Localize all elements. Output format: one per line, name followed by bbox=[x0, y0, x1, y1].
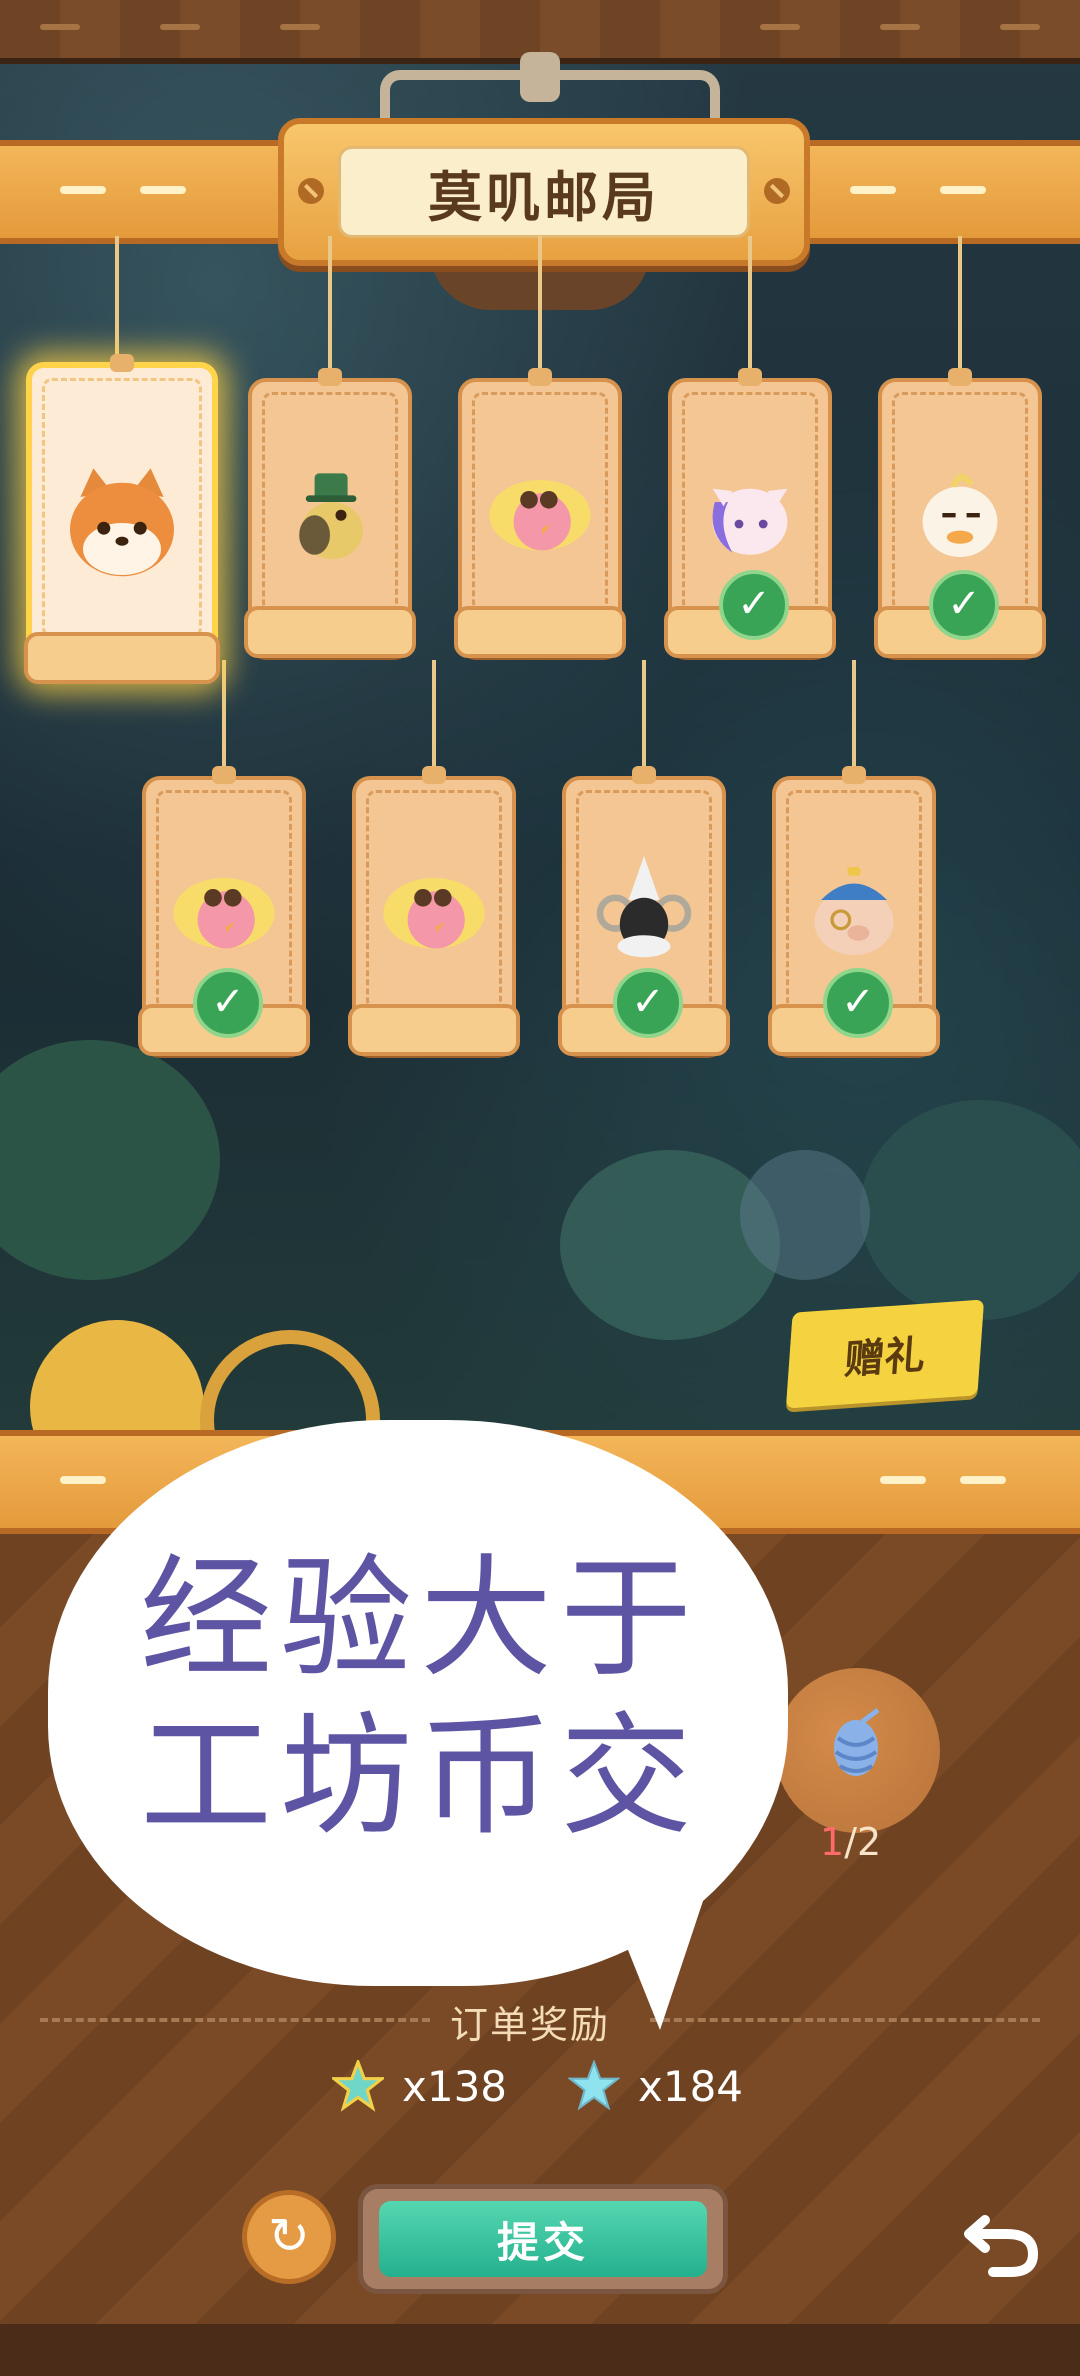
completed-check-icon: ✓ bbox=[719, 570, 789, 640]
shiba-dog-icon bbox=[70, 468, 174, 577]
submit-frame: 提交 bbox=[358, 2184, 728, 2294]
submit-label: 提交 bbox=[496, 2217, 589, 2267]
bottom-bar bbox=[0, 2324, 1080, 2376]
screw-icon bbox=[298, 178, 324, 204]
rewards-label: 订单奖励 bbox=[450, 2003, 611, 2047]
divider bbox=[40, 2018, 430, 2026]
pig-hat-icon bbox=[814, 867, 894, 955]
pink-chick-icon bbox=[383, 878, 485, 949]
speech-bubble-tail bbox=[600, 1880, 710, 2030]
order-card-pig[interactable]: ✓ bbox=[768, 766, 940, 1056]
order-card-duck-hat[interactable] bbox=[244, 368, 416, 658]
ram-wizard-icon bbox=[596, 856, 692, 958]
exp-amount: x138 bbox=[402, 2061, 508, 2111]
tree bbox=[0, 1040, 220, 1280]
cloud bbox=[740, 1150, 870, 1280]
pink-chick-icon bbox=[173, 878, 275, 949]
screw-icon bbox=[764, 178, 790, 204]
completed-check-icon: ✓ bbox=[613, 968, 683, 1038]
order-card-ram[interactable]: ✓ bbox=[558, 766, 730, 1056]
exp-star-icon bbox=[332, 2060, 384, 2112]
gift-label: 赠礼 bbox=[842, 1332, 927, 1384]
speech-bubble-text: 经验大于 工坊币交 bbox=[140, 1540, 700, 1856]
bubble-line-1: 经验大于 bbox=[140, 1542, 700, 1696]
yarn-icon bbox=[834, 1708, 880, 1776]
refresh-icon: ↻ bbox=[268, 2207, 310, 2265]
hanger-knob bbox=[520, 52, 560, 102]
order-card-white-duck[interactable]: ✓ bbox=[874, 368, 1046, 658]
bubble-line-2: 工坊币交 bbox=[140, 1700, 700, 1854]
refresh-button[interactable]: ↻ bbox=[242, 2190, 336, 2284]
order-card-chick[interactable]: ✓ bbox=[138, 766, 310, 1056]
page-title: 莫叽邮局 bbox=[338, 146, 750, 238]
order-card-chick[interactable] bbox=[454, 368, 626, 658]
submit-button[interactable]: 提交 bbox=[379, 2201, 707, 2277]
order-card-unicorn[interactable]: ✓ bbox=[664, 368, 836, 658]
duck-hat-icon bbox=[299, 473, 363, 560]
reward-exp: x138 bbox=[332, 2060, 507, 2112]
order-card-shiba[interactable] bbox=[24, 354, 220, 684]
title-plate: 莫叽邮局 bbox=[278, 118, 810, 266]
pink-chick-icon bbox=[489, 480, 591, 551]
tree bbox=[860, 1100, 1080, 1320]
order-card-chick[interactable] bbox=[348, 766, 520, 1056]
white-duck-icon bbox=[922, 473, 998, 557]
completed-check-icon: ✓ bbox=[929, 570, 999, 640]
completed-check-icon: ✓ bbox=[193, 968, 263, 1038]
requirement-count: 1/2 bbox=[820, 1820, 882, 1864]
back-icon[interactable] bbox=[955, 2190, 1047, 2282]
unicorn-icon bbox=[712, 488, 788, 555]
gift-button[interactable]: 赠礼 bbox=[785, 1299, 985, 1409]
completed-check-icon: ✓ bbox=[823, 968, 893, 1038]
